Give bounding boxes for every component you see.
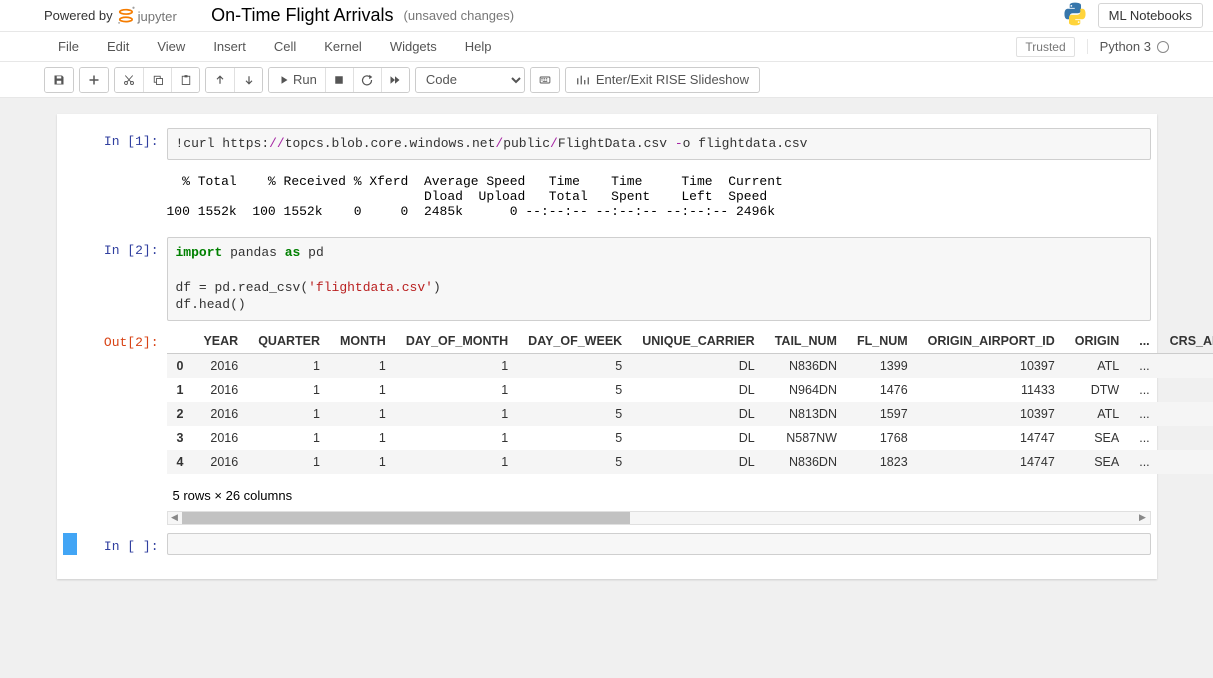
dataframe-summary: 5 rows × 26 columns [167, 474, 1151, 511]
restart-button[interactable] [353, 68, 381, 92]
move-up-button[interactable] [206, 68, 234, 92]
code-cell[interactable]: In [2]: import pandas as pd df = pd.read… [63, 233, 1151, 325]
panel-button[interactable]: ML Notebooks [1098, 3, 1203, 28]
column-header: ORIGIN_AIRPORT_ID [918, 329, 1065, 354]
cell-type-select[interactable]: Code [415, 67, 525, 93]
menu-insert[interactable]: Insert [199, 39, 260, 54]
table-row: 320161115DLN587NW176814747SEA... [167, 426, 1213, 450]
output-area: Out[2]: YEARQUARTERMONTHDAY_OF_MONTHDAY_… [63, 325, 1151, 529]
code-input[interactable]: !curl https://topcs.blob.core.windows.ne… [167, 128, 1151, 160]
command-palette-button[interactable] [531, 68, 559, 92]
paste-button[interactable] [171, 68, 199, 92]
trusted-indicator[interactable]: Trusted [1016, 37, 1074, 57]
stdout-output: % Total % Received % Xferd Average Speed… [167, 168, 1151, 229]
code-input[interactable]: import pandas as pd df = pd.read_csv('fl… [167, 237, 1151, 321]
menu-cell[interactable]: Cell [260, 39, 310, 54]
menu-help[interactable]: Help [451, 39, 506, 54]
column-header: MONTH [330, 329, 396, 354]
header: Powered by jupyter On-Time Flight Arriva… [0, 0, 1213, 32]
copy-button[interactable] [143, 68, 171, 92]
menu-view[interactable]: View [143, 39, 199, 54]
menu-kernel[interactable]: Kernel [310, 39, 376, 54]
table-row: 120161115DLN964DN147611433DTW... [167, 378, 1213, 402]
column-header: CRS_ARR_ [1160, 329, 1213, 354]
menu-edit[interactable]: Edit [93, 39, 143, 54]
powered-by-label: Powered by [44, 8, 113, 23]
run-button[interactable]: Run [269, 68, 325, 92]
interrupt-button[interactable] [325, 68, 353, 92]
column-header: DAY_OF_MONTH [396, 329, 518, 354]
move-down-button[interactable] [234, 68, 262, 92]
menu-widgets[interactable]: Widgets [376, 39, 451, 54]
code-cell[interactable]: In [1]: !curl https://topcs.blob.core.wi… [63, 124, 1151, 164]
table-row: 220161115DLN813DN159710397ATL... [167, 402, 1213, 426]
column-header: YEAR [193, 329, 248, 354]
output-area: % Total % Received % Xferd Average Speed… [63, 164, 1151, 233]
code-cell[interactable]: In [ ]: [63, 529, 1151, 559]
code-input[interactable] [167, 533, 1151, 555]
column-header: FL_NUM [847, 329, 918, 354]
svg-text:jupyter: jupyter [136, 8, 177, 23]
column-header: ORIGIN [1065, 329, 1129, 354]
jupyter-logo[interactable]: jupyter [117, 5, 200, 27]
horizontal-scrollbar[interactable]: ◀▶ [167, 511, 1151, 525]
kernel-indicator[interactable]: Python 3 [1087, 39, 1169, 54]
save-button[interactable] [45, 68, 73, 92]
output-prompt: Out[2]: [77, 329, 167, 525]
save-status: (unsaved changes) [404, 8, 515, 23]
cut-button[interactable] [115, 68, 143, 92]
table-row: 020161115DLN836DN139910397ATL... [167, 353, 1213, 378]
notebook-title[interactable]: On-Time Flight Arrivals [211, 5, 393, 26]
input-prompt: In [ ]: [77, 533, 167, 555]
input-prompt: In [1]: [77, 128, 167, 160]
python-icon [1062, 1, 1098, 30]
column-header: DAY_OF_WEEK [518, 329, 632, 354]
column-header: UNIQUE_CARRIER [632, 329, 765, 354]
column-header: ... [1129, 329, 1159, 354]
dataframe-output: YEARQUARTERMONTHDAY_OF_MONTHDAY_OF_WEEKU… [167, 329, 1151, 525]
column-header: TAIL_NUM [765, 329, 847, 354]
kernel-status-icon [1157, 41, 1169, 53]
rise-slideshow-button[interactable]: Enter/Exit RISE Slideshow [565, 67, 760, 93]
table-row: 420161115DLN836DN182314747SEA... [167, 450, 1213, 474]
menubar: FileEditViewInsertCellKernelWidgetsHelp … [0, 32, 1213, 62]
restart-run-all-button[interactable] [381, 68, 409, 92]
input-prompt: In [2]: [77, 237, 167, 321]
column-header: QUARTER [248, 329, 330, 354]
add-cell-button[interactable] [80, 68, 108, 92]
menu-file[interactable]: File [44, 39, 93, 54]
kernel-name: Python 3 [1100, 39, 1151, 54]
toolbar: Run Code Enter/Exit RISE Slideshow [0, 62, 1213, 98]
notebook-container: In [1]: !curl https://topcs.blob.core.wi… [57, 114, 1157, 579]
